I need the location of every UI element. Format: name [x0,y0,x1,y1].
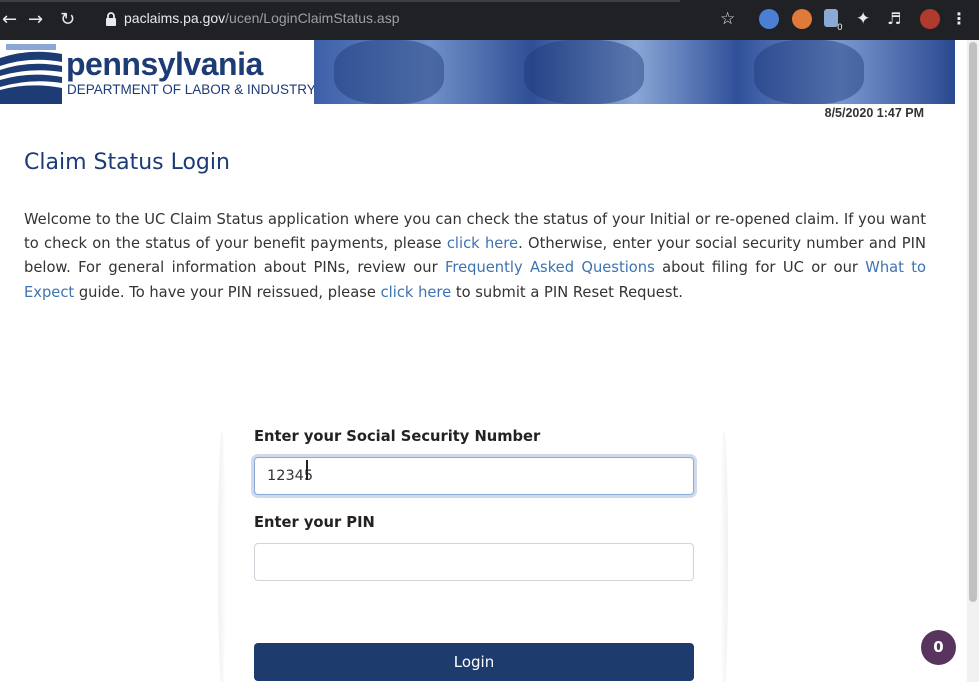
ssn-label: Enter your Social Security Number [254,428,541,445]
intro-text: about filing for UC or our [654,259,866,277]
profile-avatar-icon[interactable] [920,9,940,29]
reload-icon[interactable]: ↻ [60,9,75,31]
back-arrow-icon[interactable]: ← [2,9,17,31]
text-cursor-icon [306,460,308,480]
intro-text: guide. To have your PIN reissued, please [74,283,381,301]
puzzle-extensions-icon[interactable]: ✦ [856,8,870,30]
ssn-input[interactable] [254,457,694,495]
url-path: /ucen/LoginClaimStatus.asp [225,10,400,26]
panel-edge [218,430,226,682]
login-button[interactable]: Login [254,643,694,681]
department-name: DEPARTMENT OF LABOR & INDUSTRY [67,82,316,97]
faq-link[interactable]: Frequently Asked Questions [445,259,655,276]
pin-input[interactable] [254,543,694,581]
extension-icon[interactable] [759,9,779,29]
timestamp: 8/5/2020 1:47 PM [824,106,924,120]
payment-status-link[interactable]: click here [447,235,518,252]
keystone-logo-icon [0,44,62,104]
browser-toolbar: ← → ↻ paclaims.pa.gov/ucen/LoginClaimSta… [0,0,979,40]
scrollbar-thumb[interactable] [969,42,977,602]
url-text[interactable]: paclaims.pa.gov/ucen/LoginClaimStatus.as… [124,10,400,26]
extension-icon[interactable] [824,9,838,27]
extension-badge: 0 [837,23,843,33]
tab-strip-edge [0,0,680,2]
panel-edge [720,430,728,682]
chat-widget-button[interactable]: 0 [921,630,956,665]
media-control-icon[interactable]: ♬ [887,8,901,30]
pin-label: Enter your PIN [254,514,375,531]
lock-icon [106,12,116,26]
extension-icon[interactable] [792,9,812,29]
pin-reset-link[interactable]: click here [381,284,452,301]
intro-paragraph: Welcome to the UC Claim Status applicati… [24,208,926,305]
menu-icon[interactable]: ⋮ [951,10,967,28]
intro-text: to submit a PIN Reset Request. [451,283,683,301]
banner-photo [314,40,955,104]
url-domain: paclaims.pa.gov [124,10,226,26]
forward-arrow-icon[interactable]: → [28,9,43,31]
brand-wordmark: pennsylvania [66,46,263,82]
bookmark-star-icon[interactable]: ☆ [720,8,735,30]
page-title: Claim Status Login [24,150,230,175]
site-banner: pennsylvania DEPARTMENT OF LABOR & INDUS… [0,40,955,104]
